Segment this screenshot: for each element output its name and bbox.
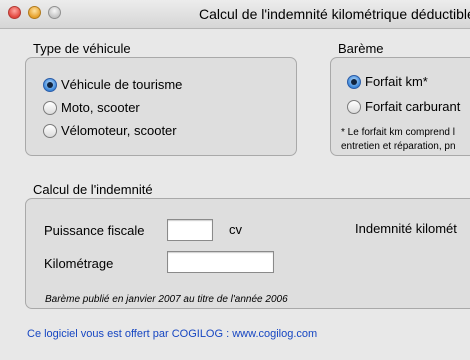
radio-forfait-carburant[interactable]: Forfait carburant	[347, 99, 460, 114]
bareme-group-label: Barème	[338, 41, 384, 56]
radio-vehicule-tourisme[interactable]: Véhicule de tourisme	[43, 77, 182, 92]
radio-label: Moto, scooter	[61, 100, 140, 115]
cogilog-link[interactable]: Ce logiciel vous est offert par COGILOG …	[27, 328, 317, 340]
radio-selected-indicator[interactable]	[347, 74, 361, 89]
puissance-fiscale-input[interactable]	[167, 219, 213, 241]
minimize-button[interactable]	[28, 6, 41, 19]
bareme-publication-note: Barème publié en janvier 2007 au titre d…	[45, 294, 288, 305]
radio-label: Vélomoteur, scooter	[61, 123, 177, 138]
radio-forfait-km[interactable]: Forfait km*	[347, 74, 428, 89]
calc-group-label: Calcul de l'indemnité	[33, 182, 153, 197]
radio-indicator[interactable]	[347, 99, 361, 114]
puissance-unit: cv	[229, 222, 242, 237]
bareme-note-line1: * Le forfait km comprend l	[341, 127, 455, 138]
radio-selected-indicator[interactable]	[43, 77, 57, 92]
kilometrage-label: Kilométrage	[44, 256, 114, 271]
radio-indicator[interactable]	[43, 100, 57, 115]
window-title: Calcul de l'indemnité kilométrique déduc…	[199, 6, 470, 22]
indemnite-label: Indemnité kilomét	[355, 221, 457, 236]
zoom-button[interactable]	[48, 6, 61, 19]
radio-indicator[interactable]	[43, 123, 57, 138]
puissance-fiscale-label: Puissance fiscale	[44, 223, 145, 238]
radio-velomoteur-scooter[interactable]: Vélomoteur, scooter	[43, 123, 177, 138]
title-bar: Calcul de l'indemnité kilométrique déduc…	[0, 0, 470, 29]
kilometrage-input[interactable]	[167, 251, 274, 273]
radio-label: Forfait km*	[365, 74, 428, 89]
radio-label: Véhicule de tourisme	[61, 77, 183, 92]
radio-moto-scooter[interactable]: Moto, scooter	[43, 100, 140, 115]
radio-label: Forfait carburant	[365, 99, 461, 114]
vehicle-group-label: Type de véhicule	[33, 41, 131, 56]
close-button[interactable]	[8, 6, 21, 19]
bareme-note-line2: entretien et réparation, pn	[341, 141, 456, 152]
